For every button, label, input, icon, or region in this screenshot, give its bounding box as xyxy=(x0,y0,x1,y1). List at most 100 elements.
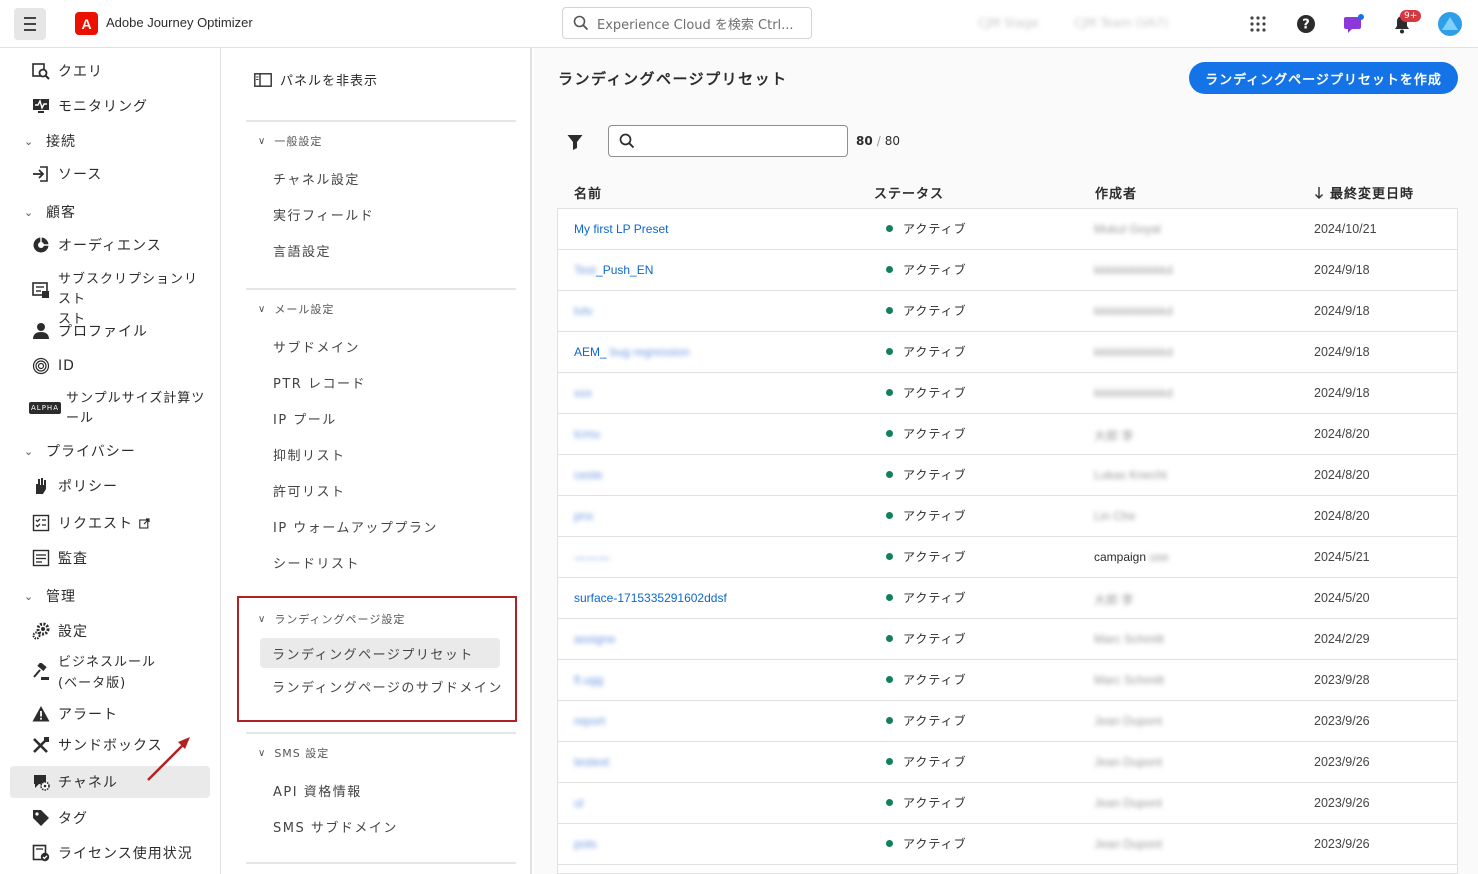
settings-item-ip-warmup-plans[interactable]: IP ウォームアッププラン xyxy=(246,508,516,544)
nav-item-business-rules[interactable]: ビジネスルール (ベータ版) xyxy=(10,652,210,694)
nav-item-query[interactable]: クエリ xyxy=(10,58,210,84)
nav-item-identities[interactable]: ID xyxy=(10,353,210,379)
table-search-input[interactable] xyxy=(608,125,848,157)
global-search-input[interactable]: Experience Cloud を検索 Ctrl... xyxy=(562,7,812,39)
settings-item-execution-fields[interactable]: 実行フィールド xyxy=(246,196,516,232)
nav-item-settings[interactable]: 設定 xyxy=(10,618,210,644)
table-row[interactable]: 一一一 アクティブ campaign use 2024/5/21 xyxy=(558,537,1457,578)
preset-name-link[interactable]: fl.ugg xyxy=(574,673,603,687)
feedback-icon[interactable] xyxy=(1342,12,1366,36)
nav-item-label: 設定 xyxy=(58,624,88,640)
nav-section-administration[interactable]: ⌄ 管理 xyxy=(24,586,76,606)
table-row[interactable]: AEM_ bug regressionAEM_ bug regressionアク… xyxy=(558,332,1457,373)
nav-item-sources[interactable]: ソース xyxy=(10,161,210,187)
query-icon xyxy=(32,62,50,80)
chevron-down-icon: ∨ xyxy=(258,135,267,147)
column-header-name[interactable]: 名前 xyxy=(574,183,602,202)
table-row[interactable]: Test_Push_ENTest_Push_ENアクティブkkkkkkkkkkk… xyxy=(558,250,1457,291)
preset-name-link[interactable]: 一一一 xyxy=(574,550,610,567)
nav-item-subscription-lists[interactable]: サブスクリプションリスト スト xyxy=(10,270,210,327)
settings-item-subdomains[interactable]: サブドメイン xyxy=(246,328,516,364)
menu-toggle-button[interactable] xyxy=(14,8,46,40)
table-row[interactable]: fl.ugg アクティブ Marc Schmitt 2023/9/28 xyxy=(558,660,1457,701)
nav-section-connections[interactable]: ⌄ 接続 xyxy=(24,131,76,151)
nav-item-profiles[interactable]: プロファイル xyxy=(10,318,210,344)
table-row[interactable]: My first LP Preset アクティブ Mukul Goyal 2024/1… xyxy=(558,209,1457,250)
preset-name-link[interactable]: testext xyxy=(574,755,609,769)
settings-item-ip-pools[interactable]: IP プール xyxy=(246,400,516,436)
preset-name-link[interactable]: assigne xyxy=(574,632,615,646)
nav-item-audit[interactable]: 監査 xyxy=(10,545,210,571)
table-row[interactable]: ceste アクティブ Lukas Knecht 2024/8/20 xyxy=(558,455,1457,496)
table-row[interactable]: pnx アクティブ Lin Che 2024/8/20 xyxy=(558,496,1457,537)
preset-name-link[interactable]: Test_Push_EN xyxy=(574,263,653,277)
table-row[interactable]: xxx アクティブ kkkkkkkkkkkkd 2024/9/18 xyxy=(558,373,1457,414)
preset-name-link[interactable]: AEM_ bug regression xyxy=(574,345,689,359)
status-label: アクティブ xyxy=(903,755,967,769)
nav-item-monitoring[interactable]: モニタリング xyxy=(10,93,210,119)
table-row[interactable]: surface-1715335291602ddsf アクティブ 大郎 李 2024/5… xyxy=(558,578,1457,619)
last-modified-cell: 2024/9/18 xyxy=(1314,304,1370,318)
column-header-label: 最終変更日時 xyxy=(1330,187,1415,202)
preset-name-link[interactable]: tcmu xyxy=(574,427,600,441)
nav-item-sample-size-calculator[interactable]: ALPHA サンプルサイズ計算ツ ール xyxy=(10,389,210,431)
preset-name-link[interactable]: tvtv xyxy=(574,304,593,318)
preset-name-link[interactable]: My first LP Preset xyxy=(574,222,668,236)
help-icon[interactable]: ? xyxy=(1294,12,1318,36)
preset-name-link[interactable]: pots xyxy=(574,837,597,851)
settings-item-ptr-records[interactable]: PTR レコード xyxy=(246,364,516,400)
settings-group-general: ∨ 一般設定 チャネル設定 実行フィールド 言語設定 xyxy=(246,120,516,268)
preset-name-link[interactable]: ceste xyxy=(574,468,603,482)
column-header-last-modified[interactable]: 最終変更日時 xyxy=(1314,183,1414,202)
status-active-dot xyxy=(886,348,893,355)
table-row[interactable]: pots アクティブ Jean Dupont 2023/9/26 xyxy=(558,824,1457,865)
org-switcher[interactable]: CJM Stage xyxy=(978,16,1039,30)
hide-panel-button[interactable]: パネルを非表示 xyxy=(254,70,378,89)
nav-item-tags[interactable]: タグ xyxy=(10,805,210,831)
preset-name-link[interactable]: report xyxy=(574,714,605,728)
preset-name-link[interactable]: surface-1715335291602ddsf xyxy=(574,591,727,605)
filter-icon[interactable] xyxy=(567,134,583,154)
chevron-down-icon: ∨ xyxy=(258,747,267,759)
sandbox-icon xyxy=(32,736,50,754)
nav-item-label: プロファイル xyxy=(58,324,148,340)
settings-item-allow-list[interactable]: 許可リスト xyxy=(246,472,516,508)
column-header-author[interactable]: 作成者 xyxy=(1095,183,1137,202)
table-row[interactable]: tcmu アクティブ 大郎 李 2024/8/20 xyxy=(558,414,1457,455)
column-header-status[interactable]: ステータス xyxy=(874,183,944,202)
table-row[interactable]: ul アクティブ Jean Dupont 2023/9/26 xyxy=(558,783,1457,824)
settings-item-language-settings[interactable]: 言語設定 xyxy=(246,232,516,268)
group-toggle[interactable]: ∨ SMS 設定 xyxy=(246,734,516,772)
nav-item-label: リクエスト xyxy=(58,516,133,532)
search-placeholder: Experience Cloud を検索 Ctrl... xyxy=(597,17,794,33)
nav-item-requests[interactable]: リクエスト xyxy=(10,510,210,536)
preset-name-link[interactable]: ul xyxy=(574,796,583,810)
table-row[interactable]: tvtv アクティブ kkkkkkkkkkkkd 2024/9/18 xyxy=(558,291,1457,332)
author-name: campaign xyxy=(1094,550,1147,564)
table-row[interactable]: testext アクティブ Jean Dupont 2023/9/26 xyxy=(558,742,1457,783)
apps-grid-icon[interactable] xyxy=(1246,12,1270,36)
settings-item-suppression-list[interactable]: 抑制リスト xyxy=(246,436,516,472)
table-row[interactable]: assigne アクティブ Marc Schmitt 2024/2/29 xyxy=(558,619,1457,660)
settings-item-api-credentials[interactable]: API 資格情報 xyxy=(246,772,516,808)
settings-item-seed-lists[interactable]: シードリスト xyxy=(246,544,516,580)
preset-name-link[interactable]: xxx xyxy=(574,386,592,400)
nav-item-license-usage[interactable]: ライセンス使用状況 xyxy=(10,840,210,866)
table-row[interactable]: report アクティブ Jean Dupont 2023/9/26 xyxy=(558,701,1457,742)
nav-item-alerts[interactable]: アラート xyxy=(10,701,210,727)
nav-section-privacy[interactable]: ⌄ プライバシー xyxy=(24,441,136,461)
sandbox-switcher[interactable]: CJM Team (VA7) xyxy=(1074,16,1168,30)
nav-item-policies[interactable]: ポリシー xyxy=(10,473,210,499)
settings-item-sms-subdomains[interactable]: SMS サブドメイン xyxy=(246,808,516,844)
user-avatar[interactable] xyxy=(1438,12,1462,36)
count-shown: 80 xyxy=(856,134,873,148)
create-landing-page-preset-button[interactable]: ランディングページプリセットを作成 xyxy=(1189,62,1458,94)
group-toggle[interactable]: ∨ メール設定 xyxy=(246,290,516,328)
nav-item-label: ライセンス使用状況 xyxy=(58,846,193,862)
group-toggle[interactable]: ∨ 一般設定 xyxy=(246,122,516,160)
preset-name-link[interactable]: pnx xyxy=(574,509,593,523)
settings-item-channel-settings[interactable]: チャネル設定 xyxy=(246,160,516,196)
nav-item-audiences[interactable]: オーディエンス xyxy=(10,232,210,258)
status-label: アクティブ xyxy=(903,673,967,687)
nav-section-customers[interactable]: ⌄ 顧客 xyxy=(24,202,76,222)
